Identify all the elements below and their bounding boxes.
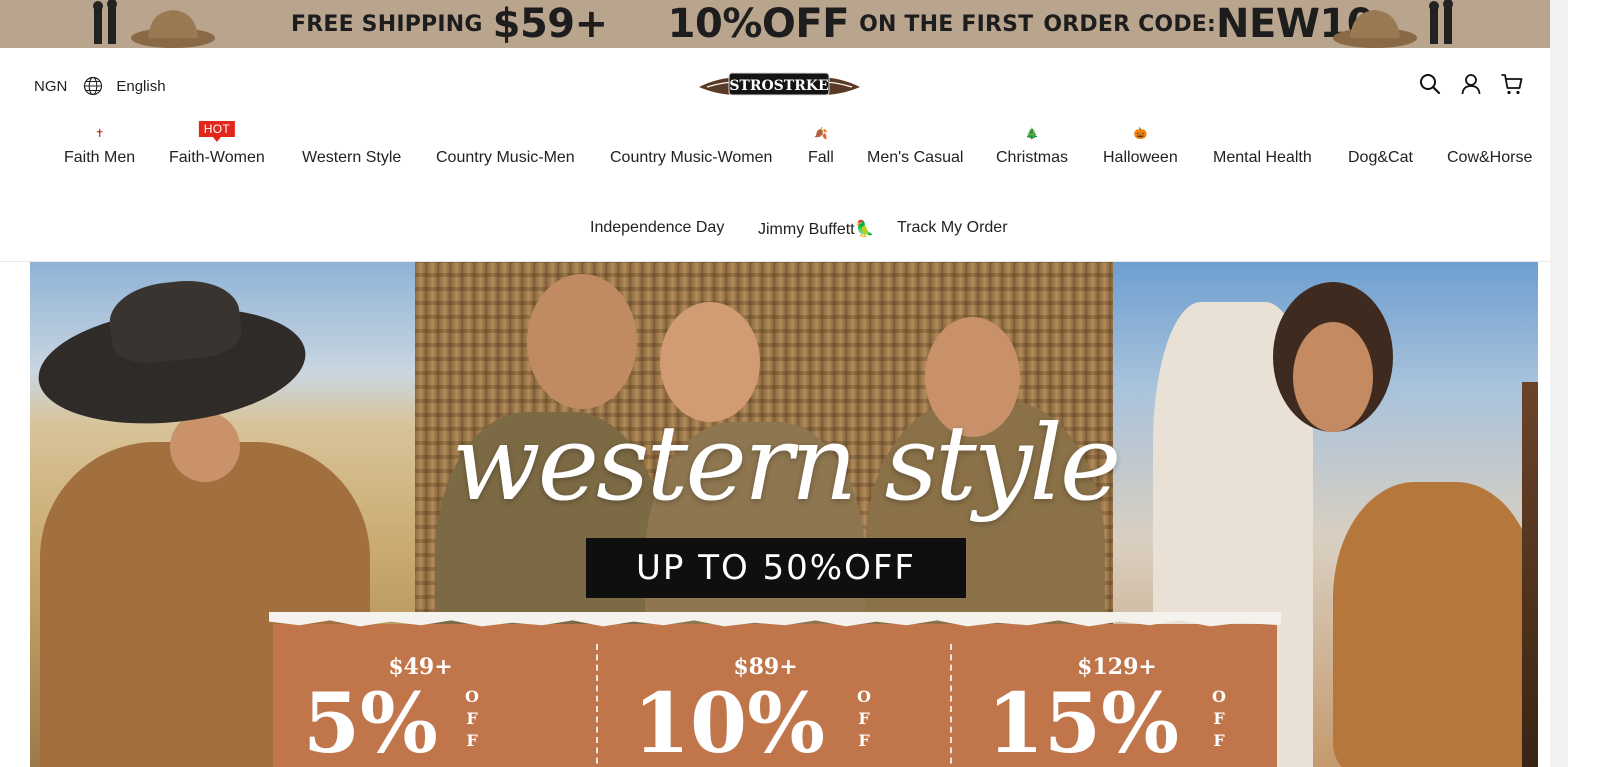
site-logo[interactable]: STROSTRKE xyxy=(697,69,862,99)
hero-headline: western style xyxy=(451,402,1122,524)
hot-badge: HOT xyxy=(198,121,235,137)
nav-item-mens-casual[interactable]: Men's Casual xyxy=(867,149,963,167)
promo-discount: 10%OFF xyxy=(667,1,850,47)
cart-icon[interactable] xyxy=(1500,72,1524,96)
cowboy-decoration-icon xyxy=(1333,0,1453,48)
tier-item: $89+ 10% OFF xyxy=(603,624,928,767)
promo-code-label: ORDER CODE: xyxy=(1043,11,1217,37)
tier-percent: 15% xyxy=(987,676,1180,767)
nav-item-faith-women[interactable]: HOT Faith-Women xyxy=(169,121,265,167)
pumpkin-icon: 🎃 xyxy=(1133,128,1148,140)
hero-discount-label: UP TO 50%OFF xyxy=(586,538,966,598)
nav-item-independence-day[interactable]: Independence Day xyxy=(590,219,724,237)
promo-banner[interactable]: FREE SHIPPING $59+ 10%OFF ON THE FIRST O… xyxy=(0,0,1550,48)
tier-percent: 10% xyxy=(633,676,826,767)
account-icon[interactable] xyxy=(1459,72,1483,96)
nav-item-country-music-women[interactable]: Country Music-Women xyxy=(610,149,772,167)
tier-item: $129+ 15% OFF xyxy=(957,624,1277,767)
nav-item-track-my-order[interactable]: Track My Order xyxy=(897,219,1008,237)
tree-icon: 🎄 xyxy=(1025,128,1039,140)
nav-item-faith-men[interactable]: ✝ Faith Men xyxy=(64,128,135,167)
nav-item-dog-cat[interactable]: Dog&Cat xyxy=(1348,149,1413,167)
page-scrollbar[interactable] xyxy=(1550,0,1568,767)
nav-item-halloween[interactable]: 🎃 Halloween xyxy=(1103,128,1178,167)
tier-percent: 5% xyxy=(303,676,438,767)
cowboy-decoration-icon xyxy=(93,0,215,48)
brand-logo-icon: STROSTRKE xyxy=(699,72,860,96)
discount-tiers: $49+ 5% OFF $89+ 10% OFF $129+ 15% OFF xyxy=(269,612,1281,767)
nav-item-fall[interactable]: 🍂 Fall xyxy=(808,128,834,167)
tier-item: $49+ 5% OFF xyxy=(273,624,568,767)
svg-text:STROSTRKE: STROSTRKE xyxy=(729,78,828,94)
promo-first-order: ON THE FIRST xyxy=(859,11,1034,37)
hero-banner[interactable]: western style UP TO 50%OFF $49+ 5% OFF $… xyxy=(30,262,1538,767)
promo-threshold: $59+ xyxy=(492,1,609,47)
promo-free-shipping: FREE SHIPPING xyxy=(291,11,483,37)
language-selector[interactable]: English xyxy=(116,78,165,95)
nav-item-cow-horse[interactable]: Cow&Horse xyxy=(1447,149,1532,167)
cross-icon: ✝ xyxy=(94,128,105,140)
nav-item-country-music-men[interactable]: Country Music-Men xyxy=(436,149,575,167)
nav-item-christmas[interactable]: 🎄 Christmas xyxy=(996,128,1068,167)
search-icon[interactable] xyxy=(1418,72,1442,96)
tier-off: OFF xyxy=(465,687,479,750)
locale-selector[interactable]: NGN English xyxy=(34,76,166,96)
tier-off: OFF xyxy=(857,687,871,750)
site-header: NGN English STROSTRKE xyxy=(0,48,1568,122)
globe-icon xyxy=(84,76,103,96)
nav-item-mental-health[interactable]: Mental Health xyxy=(1213,149,1312,167)
nav-item-jimmy-buffett[interactable]: Jimmy Buffett🦜 xyxy=(758,219,875,239)
tier-off: OFF xyxy=(1212,687,1226,750)
nav-item-western-style[interactable]: Western Style xyxy=(302,149,401,167)
currency-selector[interactable]: NGN xyxy=(34,78,67,95)
main-navigation: ✝ Faith Men HOT Faith-Women Western Styl… xyxy=(0,121,1568,262)
leaf-icon: 🍂 xyxy=(814,128,828,140)
